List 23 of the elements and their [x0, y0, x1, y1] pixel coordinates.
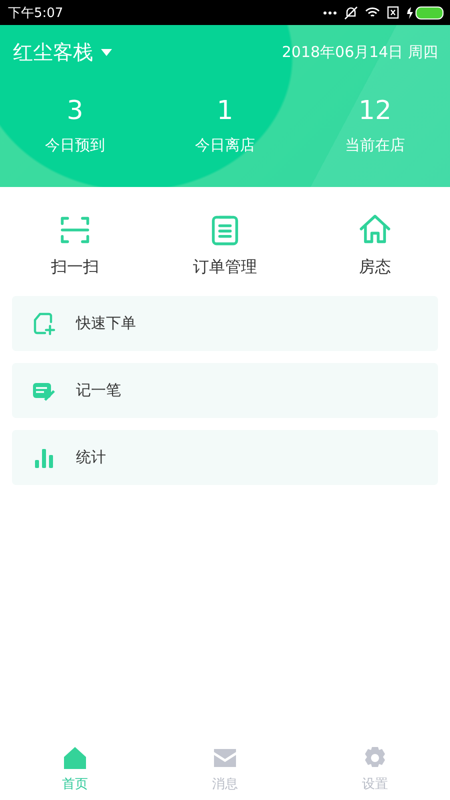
stat-label: 今日预到 — [45, 136, 105, 155]
menu-item[interactable]: 记一笔 — [12, 363, 438, 418]
quick-action[interactable]: 订单管理 — [150, 213, 300, 278]
home-icon — [63, 746, 87, 770]
quick-action[interactable]: 扫一扫 — [0, 213, 150, 278]
wifi-icon — [365, 6, 380, 18]
battery-icon — [406, 6, 444, 20]
status-time: 下午5:07 — [8, 4, 64, 22]
document-add-icon — [32, 312, 56, 336]
stat-value: 12 — [358, 96, 392, 126]
date-text: 2018年06月14日 周四 — [282, 43, 438, 62]
settings-icon — [363, 746, 387, 770]
stat-label: 当前在店 — [345, 136, 405, 155]
muted-bell-icon — [344, 6, 358, 20]
menu-item[interactable]: 统计 — [12, 430, 438, 485]
quick-action[interactable]: 房态 — [300, 213, 450, 278]
sim-icon — [387, 6, 399, 19]
stat-value: 3 — [66, 96, 84, 126]
caret-icon — [101, 49, 112, 56]
stat-label: 今日离店 — [195, 136, 255, 155]
more-icon — [323, 10, 337, 14]
menu-item[interactable]: 快速下单 — [12, 296, 438, 351]
stat-value: 1 — [216, 96, 234, 126]
